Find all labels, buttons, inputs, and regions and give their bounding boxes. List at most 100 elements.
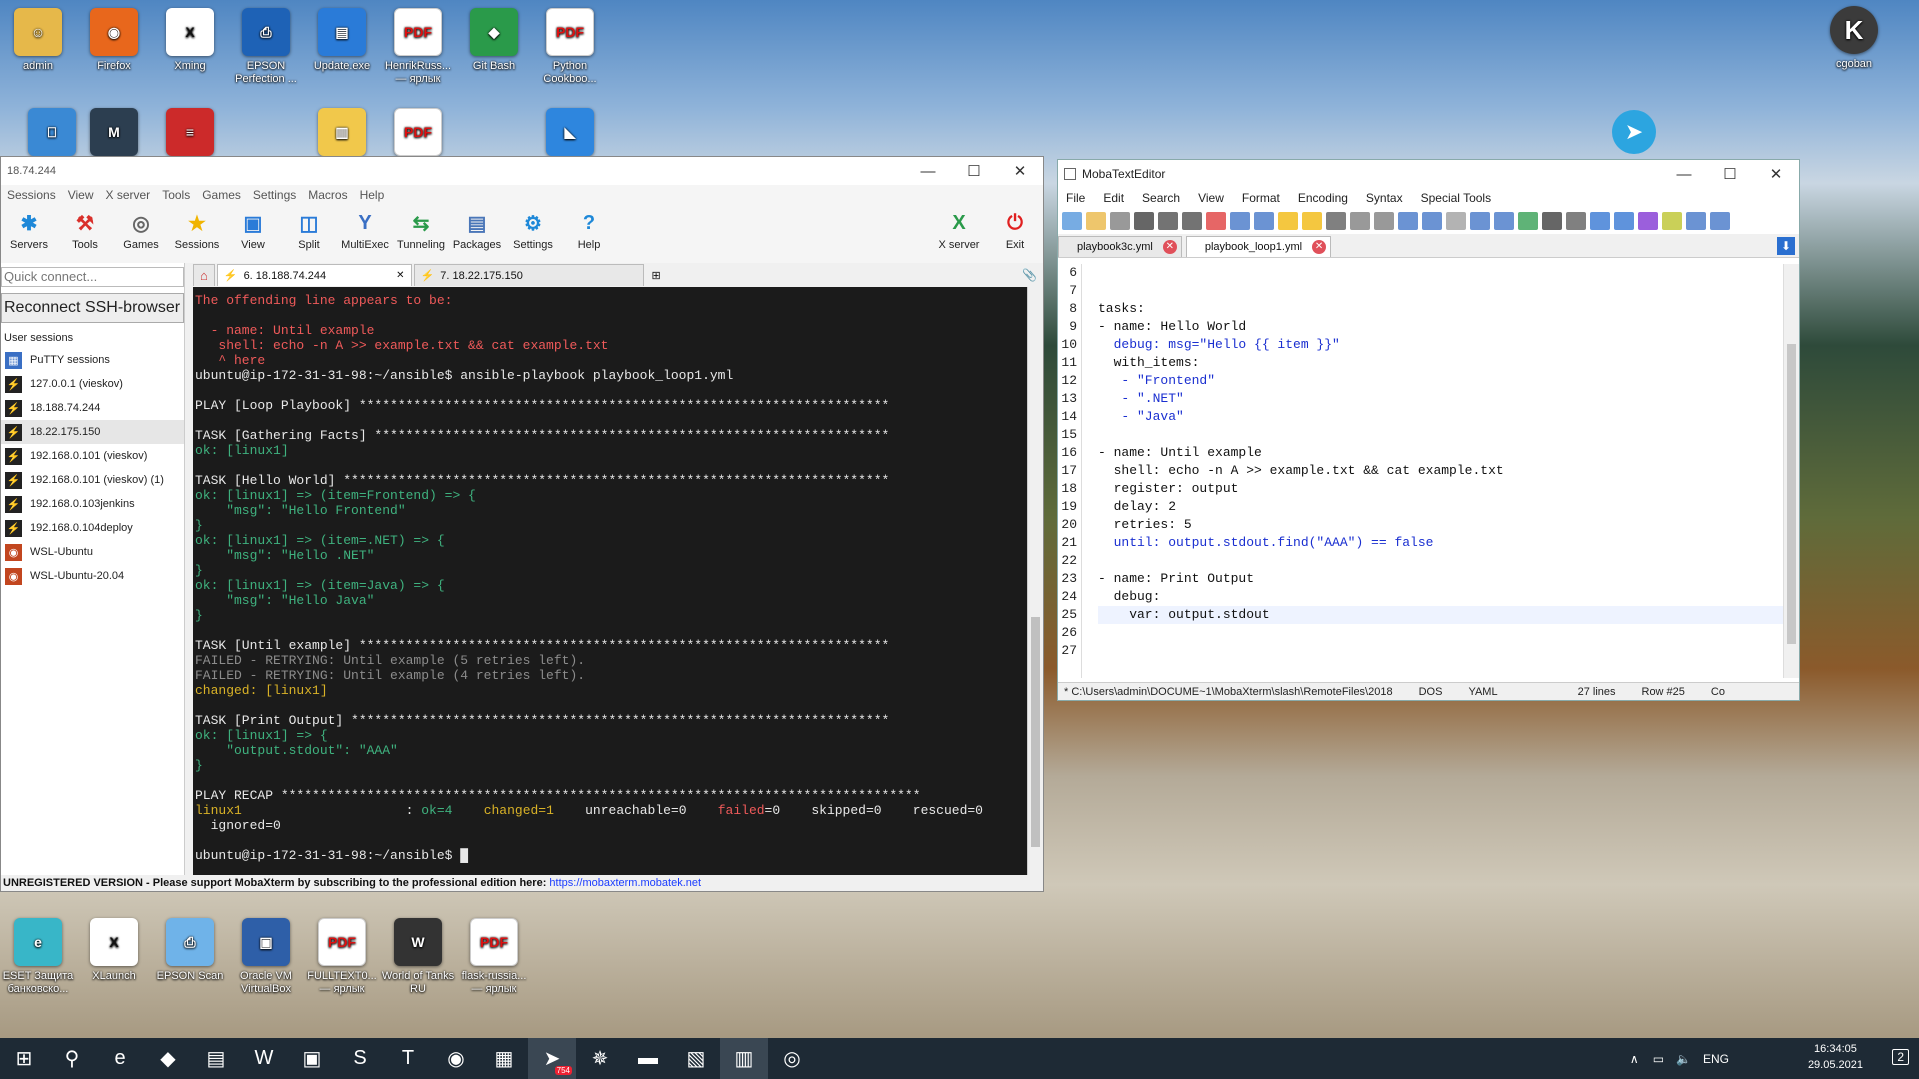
tab-list-arrow-icon[interactable]: ⬇: [1777, 237, 1795, 255]
desktop-icon[interactable]: ⎙ EPSON Scan: [152, 918, 228, 983]
session-item[interactable]: ▦ PuTTY sessions: [1, 348, 184, 372]
scrollbar-thumb[interactable]: [1787, 344, 1796, 644]
close-icon[interactable]: [1206, 212, 1226, 230]
desktop-icon[interactable]: e ESET Защита банковско...: [0, 918, 76, 996]
games-button[interactable]: ◎ Games: [113, 205, 169, 252]
desktop-icon[interactable]: PDF Python Cookboo...: [532, 8, 608, 86]
tunneling-button[interactable]: ⇆ Tunneling: [393, 205, 449, 252]
network-icon[interactable]: ▭: [1653, 1052, 1664, 1066]
view-button[interactable]: ▣ View: [225, 205, 281, 252]
session-item[interactable]: ⚡ 127.0.0.1 (vieskov): [1, 372, 184, 396]
outdent-icon[interactable]: [1254, 212, 1274, 230]
desktop-icon[interactable]: ▣ Oracle VM VirtualBox: [228, 918, 304, 996]
maximize-button[interactable]: ☐: [1707, 160, 1753, 188]
word-icon[interactable]: W: [240, 1038, 288, 1079]
menu-sessions[interactable]: Sessions: [7, 188, 56, 202]
menu-special-tools[interactable]: Special Tools: [1421, 191, 1492, 205]
paste-icon[interactable]: [1374, 212, 1394, 230]
exit-icon[interactable]: [1710, 212, 1730, 230]
highlight-icon[interactable]: [1662, 212, 1682, 230]
clock[interactable]: 16:34:05 29.05.2021: [1808, 1041, 1863, 1073]
redo-icon[interactable]: [1614, 212, 1634, 230]
replace-icon[interactable]: [1422, 212, 1442, 230]
menu-x-server[interactable]: X server: [106, 188, 151, 202]
sticky-icon[interactable]: ▣: [288, 1038, 336, 1079]
reconnect-ssh-browser-button[interactable]: Reconnect SSH-browser: [1, 293, 184, 323]
scrollbar-thumb[interactable]: [1031, 617, 1040, 847]
session-item[interactable]: ⚡ 192.168.0.101 (vieskov): [1, 444, 184, 468]
desktop-icon[interactable]: PDF FULLTEXT0... — ярлык: [304, 918, 380, 996]
close-tab-icon[interactable]: ✕: [1162, 240, 1177, 254]
session-item[interactable]: ⚡ 192.168.0.104deploy: [1, 516, 184, 540]
session-item[interactable]: ◉ WSL-Ubuntu-20.04: [1, 564, 184, 588]
session-item[interactable]: ⚡ 18.188.74.244: [1, 396, 184, 420]
home-tab[interactable]: ⌂: [193, 264, 215, 286]
paragraph-icon[interactable]: [1638, 212, 1658, 230]
desktop-icon[interactable]: W World of Tanks RU: [380, 918, 456, 996]
minimize-button[interactable]: —: [1661, 160, 1707, 188]
menu-tools[interactable]: Tools: [162, 188, 190, 202]
split-icon[interactable]: [1470, 212, 1490, 230]
terminal-scrollbar[interactable]: [1027, 287, 1043, 875]
packages-button[interactable]: ▤ Packages: [449, 205, 505, 252]
settings-icon[interactable]: [1686, 212, 1706, 230]
close-tab-icon[interactable]: ✕: [1312, 240, 1327, 254]
terminal-tab[interactable]: ⚡ 7. 18.22.175.150: [413, 264, 644, 286]
app-icon[interactable]: ▦: [480, 1038, 528, 1079]
help-button[interactable]: ? Help: [561, 205, 617, 252]
desktop-icon-cgoban[interactable]: K cgoban: [1816, 6, 1892, 71]
show-hidden-icon[interactable]: ∧: [1630, 1052, 1639, 1066]
menu-settings[interactable]: Settings: [253, 188, 296, 202]
terminal-tab[interactable]: ⚡ 6. 18.188.74.244 ✕: [216, 264, 412, 286]
undo-icon[interactable]: [1590, 212, 1610, 230]
desktop-icon[interactable]: ◣: [532, 108, 608, 160]
sessions-button[interactable]: ★ Sessions: [169, 205, 225, 252]
media-icon[interactable]: ◎: [768, 1038, 816, 1079]
reload-icon[interactable]: [1110, 212, 1130, 230]
mac-icon[interactable]: [1566, 212, 1586, 230]
editor-scrollbar[interactable]: [1783, 264, 1799, 678]
desktop-icon[interactable]: PDF: [380, 108, 456, 160]
bookmark-icon[interactable]: [1278, 212, 1298, 230]
code-lines[interactable]: tasks: - name: Hello World debug: msg="He…: [1098, 264, 1783, 660]
menu-encoding[interactable]: Encoding: [1298, 191, 1348, 205]
desktop-icon[interactable]: X Xming: [152, 8, 228, 73]
linux-icon[interactable]: [1542, 212, 1562, 230]
editor-tab[interactable]: playbook_loop1.yml ✕: [1185, 236, 1332, 257]
desktop-icon[interactable]: ◉ Firefox: [76, 8, 152, 73]
file-explorer-icon[interactable]: ▤: [192, 1038, 240, 1079]
settings-button[interactable]: ⚙ Settings: [505, 205, 561, 252]
close-button[interactable]: ✕: [997, 157, 1043, 185]
session-item[interactable]: ⚡ 192.168.0.103jenkins: [1, 492, 184, 516]
multiexec-button[interactable]: Y MultiExec: [337, 205, 393, 252]
menu-search[interactable]: Search: [1142, 191, 1180, 205]
print-icon[interactable]: [1182, 212, 1202, 230]
menu-format[interactable]: Format: [1242, 191, 1280, 205]
minimize-button[interactable]: —: [905, 157, 951, 185]
firefox-icon[interactable]: ◉: [432, 1038, 480, 1079]
search-icon[interactable]: ⚲: [48, 1038, 96, 1079]
skype-icon[interactable]: S: [336, 1038, 384, 1079]
save-all-icon[interactable]: [1158, 212, 1178, 230]
desktop-icon[interactable]: ≡: [152, 108, 228, 160]
bookmark-next-icon[interactable]: [1302, 212, 1322, 230]
desktop-icon[interactable]: ▥: [304, 108, 380, 160]
menu-edit[interactable]: Edit: [1103, 191, 1124, 205]
maximize-button[interactable]: ☐: [951, 157, 997, 185]
save-icon[interactable]: [1134, 212, 1154, 230]
image-viewer-icon[interactable]: ▧: [672, 1038, 720, 1079]
cut-icon[interactable]: [1326, 212, 1346, 230]
exit-button[interactable]: ⏻ Exit: [987, 205, 1043, 252]
notification-center-button[interactable]: 2: [1892, 1049, 1909, 1065]
close-tab-icon[interactable]: ✕: [396, 270, 404, 281]
servers-button[interactable]: ✱ Servers: [1, 205, 57, 252]
mobaxterm-icon[interactable]: ▬: [624, 1038, 672, 1079]
session-item[interactable]: ⚡ 18.22.175.150: [1, 420, 184, 444]
terminal-output[interactable]: The offending line appears to be: - name…: [193, 287, 1027, 875]
mobatexteditor-icon[interactable]: ▥: [720, 1038, 768, 1079]
editor-tab[interactable]: playbook3c.yml ✕: [1058, 236, 1182, 257]
open-file-icon[interactable]: [1086, 212, 1106, 230]
windows-icon[interactable]: [1518, 212, 1538, 230]
edge-icon[interactable]: e: [96, 1038, 144, 1079]
visual-studio-icon[interactable]: ◆: [144, 1038, 192, 1079]
